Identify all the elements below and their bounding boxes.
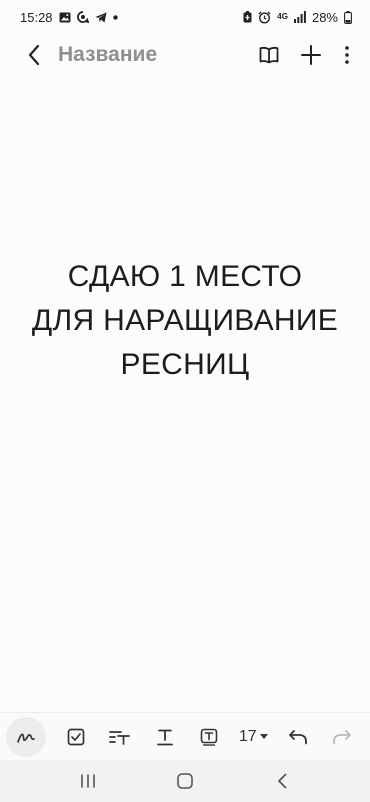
add-icon xyxy=(301,45,321,65)
back-icon xyxy=(28,44,40,66)
gallery-icon xyxy=(59,12,71,23)
caret-down-icon xyxy=(259,734,268,739)
alarm-icon xyxy=(258,11,271,24)
undo-icon xyxy=(288,729,307,744)
back-nav-icon xyxy=(277,773,286,789)
battery-saver-icon xyxy=(243,11,252,23)
home-icon xyxy=(177,773,193,789)
telegram-icon xyxy=(95,12,107,23)
note-body[interactable]: СДАЮ 1 МЕСТО ДЛЯ НАРАЩИВАНИЕ РЕСНИЦ xyxy=(0,255,370,387)
signal-icon xyxy=(293,11,306,23)
reading-mode-button[interactable] xyxy=(252,38,286,72)
more-vert-icon xyxy=(345,46,349,64)
checkbox-button[interactable] xyxy=(54,715,98,759)
editor-toolbar: 17 xyxy=(0,712,370,760)
back-button[interactable] xyxy=(20,41,48,69)
nav-back-button[interactable] xyxy=(252,763,312,799)
status-right: 4G 28% xyxy=(243,10,352,25)
pen-icon xyxy=(17,733,35,743)
recents-icon xyxy=(81,774,96,788)
redo-icon xyxy=(332,729,351,744)
app-bar: Название xyxy=(0,34,370,76)
text-style-icon xyxy=(109,730,131,745)
book-icon xyxy=(259,47,279,64)
note-line: СДАЮ 1 МЕСТО xyxy=(67,260,303,293)
messenger-icon xyxy=(76,11,89,23)
font-size-value: 17 xyxy=(238,727,257,745)
text-underline-icon xyxy=(156,729,173,745)
dot-icon xyxy=(112,14,118,20)
text-style-button[interactable] xyxy=(98,715,142,759)
home-button[interactable] xyxy=(155,763,215,799)
text-box-icon xyxy=(200,728,218,746)
network-type: 4G xyxy=(277,12,288,21)
add-button[interactable] xyxy=(294,38,328,72)
app-bar-actions xyxy=(252,38,358,72)
note-title[interactable]: Название xyxy=(58,43,252,67)
status-left: 15:28 xyxy=(20,10,118,25)
pen-mode-button[interactable] xyxy=(6,716,46,757)
status-bar: 15:28 4G 28% xyxy=(0,0,370,34)
redo-button[interactable] xyxy=(320,715,364,759)
more-options-button[interactable] xyxy=(336,38,358,72)
undo-button[interactable] xyxy=(275,715,319,759)
font-size-button[interactable]: 17 xyxy=(231,715,275,759)
battery-icon xyxy=(344,10,352,24)
font-size-control: 17 xyxy=(239,728,268,746)
note-line: РЕСНИЦ xyxy=(120,348,250,381)
checkbox-icon xyxy=(67,728,85,745)
text-format-button[interactable] xyxy=(143,715,187,759)
system-nav-bar xyxy=(0,760,370,802)
recents-button[interactable] xyxy=(58,763,118,799)
note-line: ДЛЯ НАРАЩИВАНИЕ xyxy=(31,304,339,337)
text-box-button[interactable] xyxy=(187,715,231,759)
battery-percent: 28% xyxy=(311,9,338,25)
status-time: 15:28 xyxy=(20,9,53,25)
